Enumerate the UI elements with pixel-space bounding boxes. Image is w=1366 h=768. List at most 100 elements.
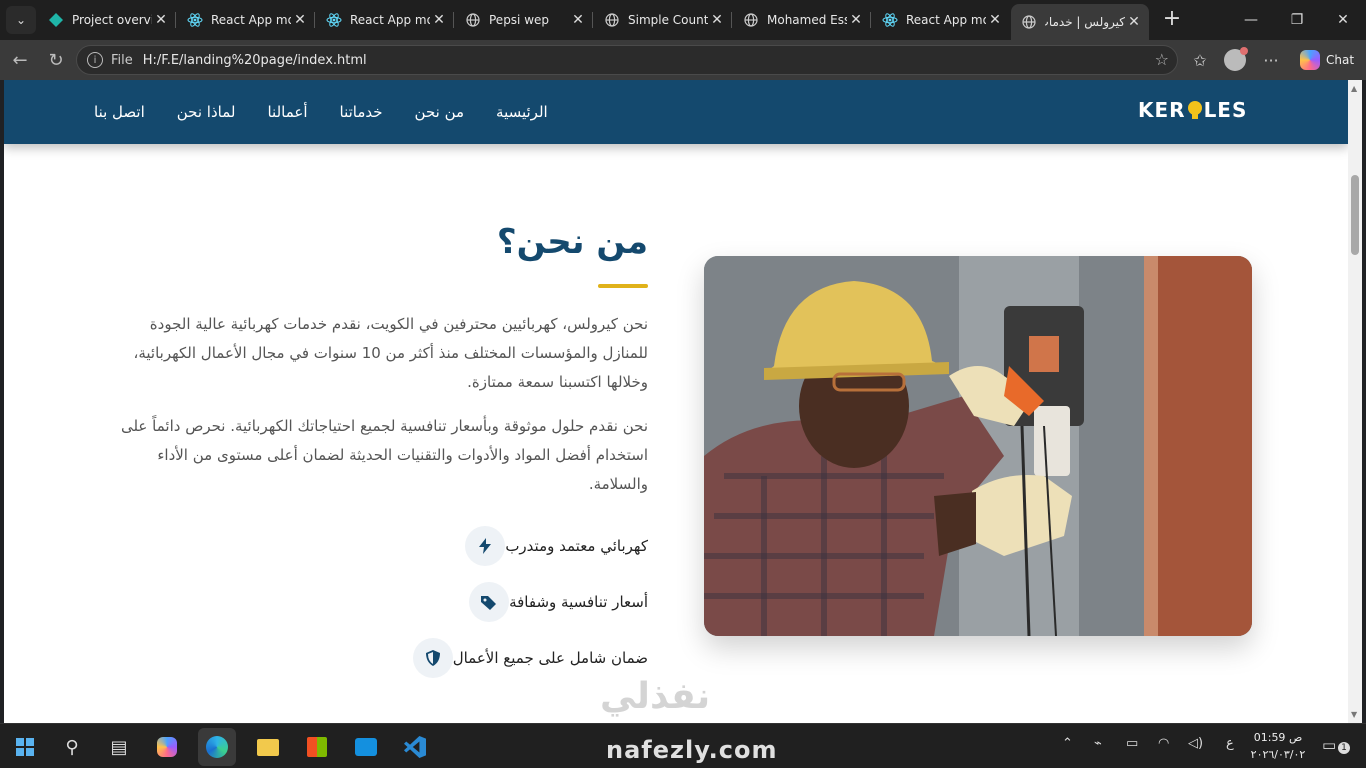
tab-title: Pepsi wep: [489, 13, 550, 27]
input-language[interactable]: ع: [1226, 736, 1234, 751]
windows-icon: [16, 738, 34, 756]
notification-badge: 1: [1338, 742, 1350, 754]
search-button[interactable]: ⚲: [53, 728, 91, 766]
nav-links: الرئيسية من نحن خدماتنا أعمالنا لماذا نح…: [94, 80, 548, 144]
nav-services[interactable]: خدماتنا: [340, 103, 383, 121]
browser-tab[interactable]: Project overview ✕: [38, 4, 176, 36]
feature-label: ضمان شامل على جميع الأعمال: [452, 649, 648, 667]
logo-text-part: LES: [1203, 98, 1248, 122]
nav-works[interactable]: أعمالنا: [267, 103, 307, 121]
outlook-button[interactable]: [347, 728, 385, 766]
feature-item: كهربائي معتمد ومتدرب: [451, 526, 648, 566]
file-explorer-button[interactable]: [249, 728, 287, 766]
new-tab-button[interactable]: +: [1158, 6, 1186, 34]
site-navbar: KER LES الرئيسية من نحن خدماتنا أعمالنا ل…: [4, 80, 1348, 144]
store-button[interactable]: [298, 728, 336, 766]
address-bar[interactable]: i File H:/F.E/landing%20page/index.html …: [76, 45, 1178, 75]
globe-icon: [604, 12, 620, 28]
page-scrollbar[interactable]: ▲ ▼: [1348, 80, 1362, 723]
close-icon[interactable]: ✕: [569, 12, 587, 28]
reload-button[interactable]: ↻: [42, 46, 70, 74]
avatar[interactable]: [1224, 47, 1248, 71]
feature-label: أسعار تنافسية وشفافة: [509, 593, 648, 611]
close-icon[interactable]: ✕: [847, 12, 865, 28]
close-icon[interactable]: ✕: [986, 12, 1004, 28]
chevron-down-icon: ⌄: [15, 13, 27, 27]
restore-button[interactable]: ❐: [1274, 0, 1320, 40]
chat-label: Chat: [1326, 53, 1355, 67]
device-icon[interactable]: ⌁: [1094, 736, 1102, 751]
mail-icon: [355, 738, 377, 756]
about-paragraph-1: نحن كيرولس، كهربائيين محترفين في الكويت،…: [133, 315, 649, 391]
page-viewport: KER LES الرئيسية من نحن خدماتنا أعمالنا ل…: [4, 80, 1348, 723]
nav-about[interactable]: من نحن: [415, 103, 465, 121]
tab-strip: ⌄ Project overview ✕ React App moo ✕ Rea…: [0, 0, 1366, 40]
url-text[interactable]: H:/F.E/landing%20page/index.html: [143, 53, 367, 68]
edge-taskbar-button[interactable]: [198, 728, 236, 766]
tab-title: React App moo: [211, 13, 291, 27]
browser-tab[interactable]: Pepsi wep ✕: [455, 4, 593, 36]
folder-icon: [257, 738, 279, 756]
globe-icon: [1021, 14, 1037, 30]
browser-tab[interactable]: React App moo ✕: [872, 4, 1010, 36]
watermark-latin: nafezly.com: [606, 736, 778, 764]
browser-tab[interactable]: Mohamed Essa ✕: [733, 4, 871, 36]
tab-title: Mohamed Essa: [767, 13, 847, 27]
close-icon[interactable]: ✕: [1125, 14, 1143, 30]
section-title: من نحن؟: [496, 222, 648, 262]
clock-date: ٢٠٢٦/٠٣/٠٢: [1250, 748, 1306, 761]
close-icon[interactable]: ✕: [708, 12, 726, 28]
info-icon[interactable]: i: [87, 52, 103, 68]
battery-icon[interactable]: ▭: [1126, 736, 1138, 751]
react-icon: [187, 12, 203, 28]
site-logo[interactable]: KER LES: [1138, 98, 1247, 122]
arrow-left-icon: ←: [12, 49, 28, 71]
browser-tab-active[interactable]: كيرولس | خدمات ✕: [1011, 4, 1149, 40]
task-view-icon: ▤: [110, 736, 128, 758]
browser-tab[interactable]: React App moo ✕: [316, 4, 454, 36]
minimize-button[interactable]: —: [1228, 0, 1274, 40]
tab-title: React App moo: [350, 13, 430, 27]
system-clock[interactable]: 01:59 ص ٢٠٢٦/٠٣/٠٢: [1248, 729, 1308, 763]
vscode-button[interactable]: [396, 728, 434, 766]
edge-icon: [206, 736, 228, 758]
bulb-icon: [1187, 101, 1202, 119]
diamond-icon: [48, 12, 64, 28]
tab-title: React App moo: [906, 13, 986, 27]
star-icon[interactable]: ☆: [1155, 50, 1169, 69]
more-icon[interactable]: ···: [1259, 48, 1283, 72]
nav-home[interactable]: الرئيسية: [496, 103, 548, 121]
tab-list-button[interactable]: ⌄: [6, 6, 36, 34]
tab-title: Project overview: [72, 13, 152, 27]
clock-time: 01:59 ص: [1253, 731, 1303, 744]
electrician-photo: [704, 256, 1252, 636]
copilot-icon: [1300, 50, 1320, 70]
taskbar: ⚲ ▤ nafezly.com ⌃ ⌁ ▭ ◠ ◁) ع 01:59 ص ٢٠٢…: [0, 723, 1366, 768]
copilot-taskbar-button[interactable]: [151, 728, 189, 766]
favorites-icon[interactable]: ✩: [1188, 48, 1212, 72]
back-button[interactable]: ←: [6, 46, 34, 74]
notification-icon[interactable]: ▭: [1322, 736, 1336, 754]
start-button[interactable]: [6, 728, 44, 766]
scrollbar-thumb[interactable]: [1351, 175, 1359, 255]
wifi-icon[interactable]: ◠: [1158, 736, 1169, 751]
close-icon[interactable]: ✕: [430, 12, 448, 28]
browser-tab[interactable]: Simple Counter ✕: [594, 4, 732, 36]
title-underline: [598, 284, 648, 288]
tags-icon: [469, 582, 510, 622]
scroll-up-icon[interactable]: ▲: [1351, 84, 1357, 93]
close-icon[interactable]: ✕: [152, 12, 170, 28]
task-view-button[interactable]: ▤: [100, 728, 138, 766]
chevron-up-icon[interactable]: ⌃: [1062, 736, 1073, 751]
feature-label: كهربائي معتمد ومتدرب: [505, 537, 648, 555]
close-icon[interactable]: ✕: [291, 12, 309, 28]
nav-why-us[interactable]: لماذا نحن: [177, 103, 236, 121]
feature-item: أسعار تنافسية وشفافة: [455, 582, 648, 622]
feature-item: ضمان شامل على جميع الأعمال: [399, 638, 648, 678]
scroll-down-icon[interactable]: ▼: [1351, 710, 1357, 719]
browser-tab[interactable]: React App moo ✕: [177, 4, 315, 36]
volume-icon[interactable]: ◁): [1188, 736, 1203, 751]
nav-contact[interactable]: اتصل بنا: [94, 103, 145, 121]
chat-button[interactable]: Chat: [1294, 45, 1364, 75]
close-window-button[interactable]: ✕: [1320, 0, 1366, 40]
